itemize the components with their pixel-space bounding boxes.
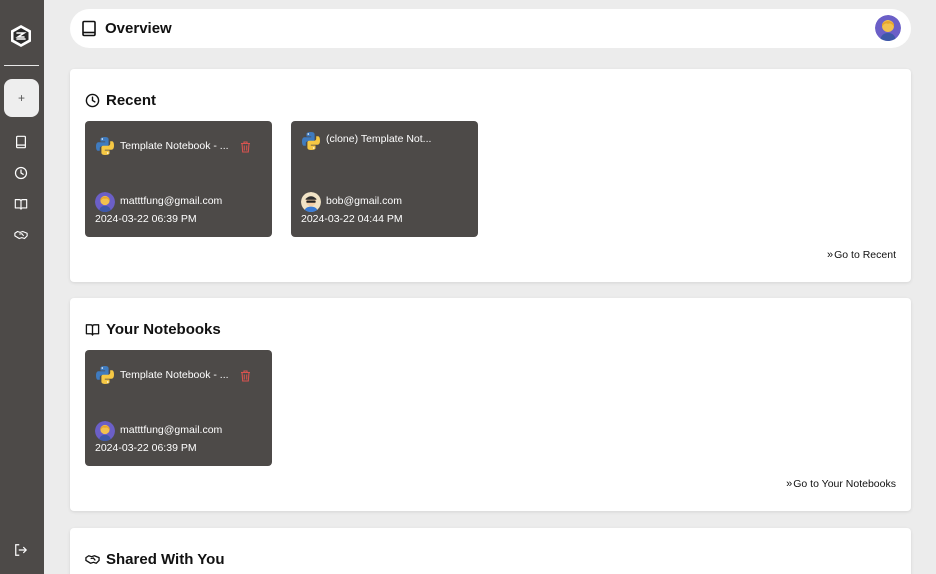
avatar-icon	[95, 192, 115, 212]
clock-icon	[14, 166, 28, 180]
user-avatar	[95, 192, 115, 212]
logout-button[interactable]	[14, 543, 28, 557]
recent-title: Recent	[106, 92, 157, 109]
page-header: Overview	[70, 9, 911, 48]
shared-title: Shared With You	[106, 551, 225, 568]
go-to-your-notebooks-link[interactable]: » Go to Your Notebooks	[786, 478, 896, 490]
owner-email: matttfung@gmail.com	[120, 424, 223, 436]
avatar-icon	[95, 421, 115, 441]
your-notebooks-title: Your Notebooks	[106, 321, 221, 338]
sidebar-item-recent[interactable]	[14, 166, 28, 180]
trash-icon[interactable]	[240, 370, 251, 382]
shared-heading: Shared With You	[85, 551, 224, 568]
app-logo[interactable]	[9, 24, 33, 48]
notebook-card[interactable]: Template Notebook - ... matttfung@gmail.…	[85, 121, 272, 237]
your-notebooks-section: Your Notebooks Template Notebook - ... m…	[70, 298, 911, 511]
clock-icon	[85, 93, 100, 108]
go-to-recent-link[interactable]: » Go to Recent	[827, 249, 896, 261]
avatar-icon	[301, 192, 321, 212]
notebook-date: 2024-03-22 04:44 PM	[301, 213, 403, 225]
page-title: Overview	[105, 20, 172, 37]
python-icon	[96, 366, 114, 384]
book-icon	[82, 20, 96, 37]
your-notebooks-heading: Your Notebooks	[85, 321, 221, 338]
notebook-title[interactable]: Template Notebook - ...	[120, 140, 229, 152]
avatar-icon	[875, 15, 901, 41]
logo-icon	[11, 25, 31, 47]
notebook-title[interactable]: Template Notebook - ...	[120, 369, 229, 381]
python-icon	[96, 137, 114, 155]
notebook-title[interactable]: (clone) Template Not...	[326, 133, 431, 145]
recent-section: Recent Template Notebook - ... matttfung…	[70, 69, 911, 282]
double-chevron-right-icon: »	[786, 478, 792, 490]
shared-section: Shared With You	[70, 528, 911, 574]
sidebar-item-shared[interactable]	[14, 228, 28, 242]
notebook-card[interactable]: Template Notebook - ... matttfung@gmail.…	[85, 350, 272, 466]
handshake-icon	[14, 230, 28, 240]
sidebar: +	[0, 0, 44, 574]
notebook-date: 2024-03-22 06:39 PM	[95, 442, 197, 454]
notebook-card[interactable]: (clone) Template Not... bob@gmail.com 20…	[291, 121, 478, 237]
sidebar-item-notebooks[interactable]	[14, 135, 28, 149]
owner-email: matttfung@gmail.com	[120, 195, 223, 207]
user-avatar[interactable]	[875, 15, 901, 41]
user-avatar	[301, 192, 321, 212]
notebook-date: 2024-03-22 06:39 PM	[95, 213, 197, 225]
trash-icon[interactable]	[240, 141, 251, 153]
python-icon	[302, 132, 320, 150]
double-chevron-right-icon: »	[827, 249, 833, 261]
owner-email: bob@gmail.com	[326, 195, 403, 207]
new-notebook-button[interactable]: +	[4, 79, 39, 117]
open-book-icon	[85, 324, 100, 336]
open-book-icon	[14, 199, 28, 210]
book-icon	[16, 135, 26, 149]
sidebar-divider	[4, 65, 39, 66]
logout-icon	[15, 544, 27, 556]
go-to-your-notebooks-label: Go to Your Notebooks	[793, 478, 896, 490]
user-avatar	[95, 421, 115, 441]
go-to-recent-label: Go to Recent	[834, 249, 896, 261]
sidebar-item-your-notebooks[interactable]	[14, 197, 28, 211]
handshake-icon	[85, 555, 100, 564]
recent-heading: Recent	[85, 92, 156, 109]
